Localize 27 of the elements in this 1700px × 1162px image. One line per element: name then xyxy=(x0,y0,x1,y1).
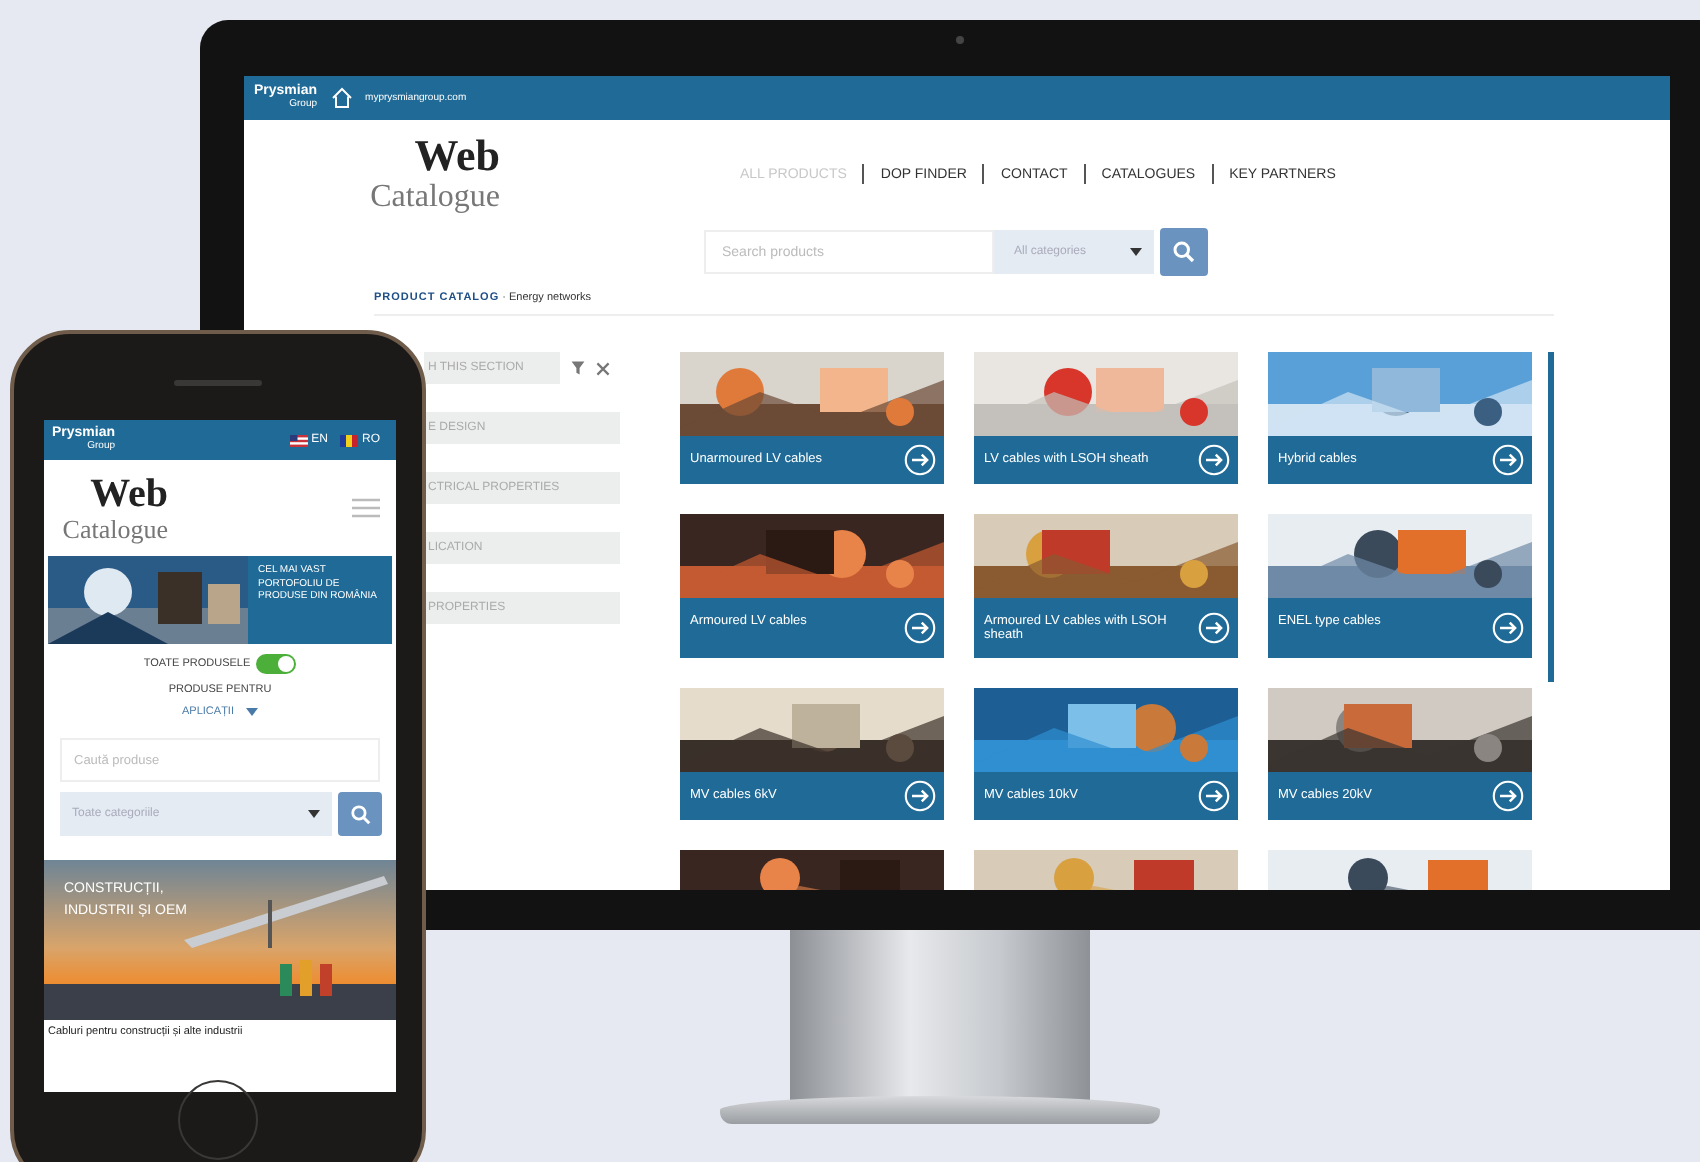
arrow-circle-icon[interactable] xyxy=(1198,444,1230,476)
close-icon[interactable] xyxy=(596,361,610,375)
home-icon[interactable] xyxy=(329,86,354,110)
camera-icon xyxy=(956,36,964,44)
web-catalogue-logo: Web Catalogue xyxy=(60,472,168,545)
scrollbar[interactable] xyxy=(1548,352,1554,682)
filter-icon xyxy=(570,360,586,376)
arrow-circle-icon[interactable] xyxy=(1492,780,1524,812)
caret-icon xyxy=(308,810,320,819)
arrow-circle-icon[interactable] xyxy=(904,780,936,812)
search-button[interactable] xyxy=(338,792,382,837)
flag-icon xyxy=(340,433,358,447)
toggle-switch[interactable] xyxy=(256,654,297,675)
caret-icon xyxy=(245,708,258,717)
search-icon xyxy=(1172,240,1196,264)
web-catalogue-logo: Web Catalogue xyxy=(368,132,500,216)
flag-icon xyxy=(289,433,308,447)
arrow-circle-icon[interactable] xyxy=(1198,612,1230,644)
arrow-circle-icon[interactable] xyxy=(1492,444,1524,476)
arrow-circle-icon[interactable] xyxy=(1492,612,1524,644)
search-icon xyxy=(349,803,371,826)
search-button[interactable] xyxy=(1160,228,1208,276)
arrow-circle-icon[interactable] xyxy=(1198,780,1230,812)
caret-icon xyxy=(1130,248,1142,256)
home-button[interactable] xyxy=(178,1080,258,1160)
arrow-circle-icon[interactable] xyxy=(904,612,936,644)
arrow-circle-icon[interactable] xyxy=(904,444,936,476)
